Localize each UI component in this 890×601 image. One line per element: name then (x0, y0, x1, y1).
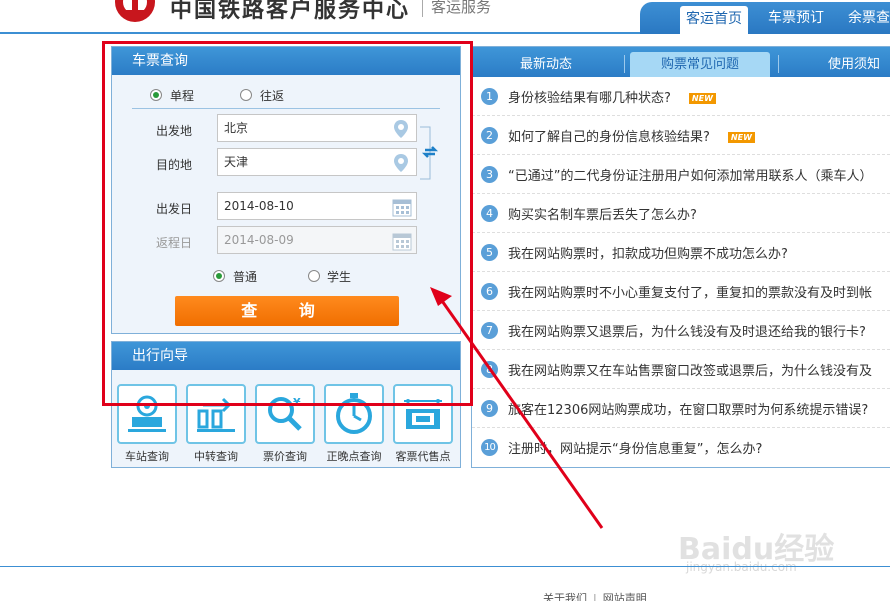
nav-booking[interactable]: 车票预订 (762, 2, 830, 34)
new-badge: NEW (727, 132, 755, 143)
faq-question-text: 身份核验结果有哪几种状态? (508, 91, 671, 106)
faq-number: 5 (481, 244, 498, 261)
guide-label: 中转查询 (194, 450, 238, 463)
nav-home[interactable]: 客运首页 (680, 6, 748, 34)
baidu-watermark-url: jingyan.baidu.com (686, 560, 797, 574)
faq-number: 10 (481, 439, 498, 456)
site-subtitle: 客运服务 (422, 0, 491, 17)
faq-number: 3 (481, 166, 498, 183)
faq-item[interactable]: 5 我在网站购票时，扣款成功但购票不成功怎么办? (472, 233, 890, 272)
footer-links: 关于我们 | 网站声明 (543, 590, 647, 601)
footer-divider (0, 566, 890, 567)
highlight-box (102, 41, 473, 406)
faq-number: 1 (481, 88, 498, 105)
faq-question[interactable]: 我在网站购票时不小心重复支付了，重复扣的票款没有及时到帐 (508, 282, 872, 301)
nav-remaining-tickets[interactable]: 余票查询 (842, 2, 890, 34)
tab-separator (624, 55, 625, 73)
site-header: 中国铁路客户服务中心 客运服务 客运首页 车票预订 余票查询 (0, 0, 890, 34)
faq-question[interactable]: “已通过”的二代身份证注册用户如何添加常用联系人（乘车人） (508, 165, 872, 184)
faq-item[interactable]: 1 身份核验结果有哪几种状态? NEW (472, 77, 890, 116)
faq-number: 2 (481, 127, 498, 144)
faq-question[interactable]: 注册时，网站提示“身份信息重复”，怎么办? (508, 438, 762, 457)
faq-number: 4 (481, 205, 498, 222)
faq-item[interactable]: 4 购买实名制车票后丢失了怎么办? (472, 194, 890, 233)
faq-question[interactable]: 身份核验结果有哪几种状态? NEW (508, 87, 716, 106)
guide-label: 车站查询 (125, 450, 169, 463)
faq-number: 7 (481, 322, 498, 339)
guide-label: 票价查询 (263, 450, 307, 463)
faq-question-text: 如何了解自己的身份信息核验结果? (508, 130, 710, 145)
faq-item[interactable]: 10 注册时，网站提示“身份信息重复”，怎么办? (472, 428, 890, 467)
guide-label: 客票代售点 (395, 450, 451, 463)
faq-question[interactable]: 我在网站购票又在车站售票窗口改签或退票后，为什么钱没有及 (508, 360, 872, 379)
faq-question[interactable]: 我在网站购票又退票后，为什么钱没有及时退还给我的银行卡? (508, 321, 866, 340)
railway-logo-icon (115, 0, 155, 22)
faq-number: 6 (481, 283, 498, 300)
faq-item[interactable]: 6 我在网站购票时不小心重复支付了，重复扣的票款没有及时到帐 (472, 272, 890, 311)
faq-number: 8 (481, 361, 498, 378)
tab-latest-news[interactable]: 最新动态 (496, 52, 596, 77)
faq-item[interactable]: 2 如何了解自己的身份信息核验结果? NEW (472, 116, 890, 155)
faq-item[interactable]: 8 我在网站购票又在车站售票窗口改签或退票后，为什么钱没有及 (472, 350, 890, 389)
tab-usage-notes[interactable]: 使用须知 (814, 52, 890, 77)
guide-label: 正晚点查询 (326, 450, 382, 463)
footer-statement-link[interactable]: 网站声明 (603, 592, 647, 601)
faq-item[interactable]: 9 旅客在12306网站购票成功，在窗口取票时为何系统提示错误? (472, 389, 890, 428)
faq-number: 9 (481, 400, 498, 417)
faq-item[interactable]: 7 我在网站购票又退票后，为什么钱没有及时退还给我的银行卡? (472, 311, 890, 350)
new-badge: NEW (688, 93, 716, 104)
faq-panel: 最新动态 购票常见问题 使用须知 1 身份核验结果有哪几种状态? NEW 2 如何… (471, 46, 890, 468)
tab-separator (778, 55, 779, 73)
faq-question[interactable]: 旅客在12306网站购票成功，在窗口取票时为何系统提示错误? (508, 399, 868, 418)
faq-tabs: 最新动态 购票常见问题 使用须知 (472, 47, 890, 77)
faq-question[interactable]: 如何了解自己的身份信息核验结果? NEW (508, 126, 755, 145)
tab-faq[interactable]: 购票常见问题 (630, 52, 770, 77)
faq-item[interactable]: 3 “已通过”的二代身份证注册用户如何添加常用联系人（乘车人） (472, 155, 890, 194)
main-nav: 客运首页 车票预订 余票查询 (640, 2, 890, 34)
site-title: 中国铁路客户服务中心 (170, 0, 411, 23)
footer-about-link[interactable]: 关于我们 (543, 592, 587, 601)
faq-question[interactable]: 购买实名制车票后丢失了怎么办? (508, 204, 697, 223)
faq-question[interactable]: 我在网站购票时，扣款成功但购票不成功怎么办? (508, 243, 788, 262)
